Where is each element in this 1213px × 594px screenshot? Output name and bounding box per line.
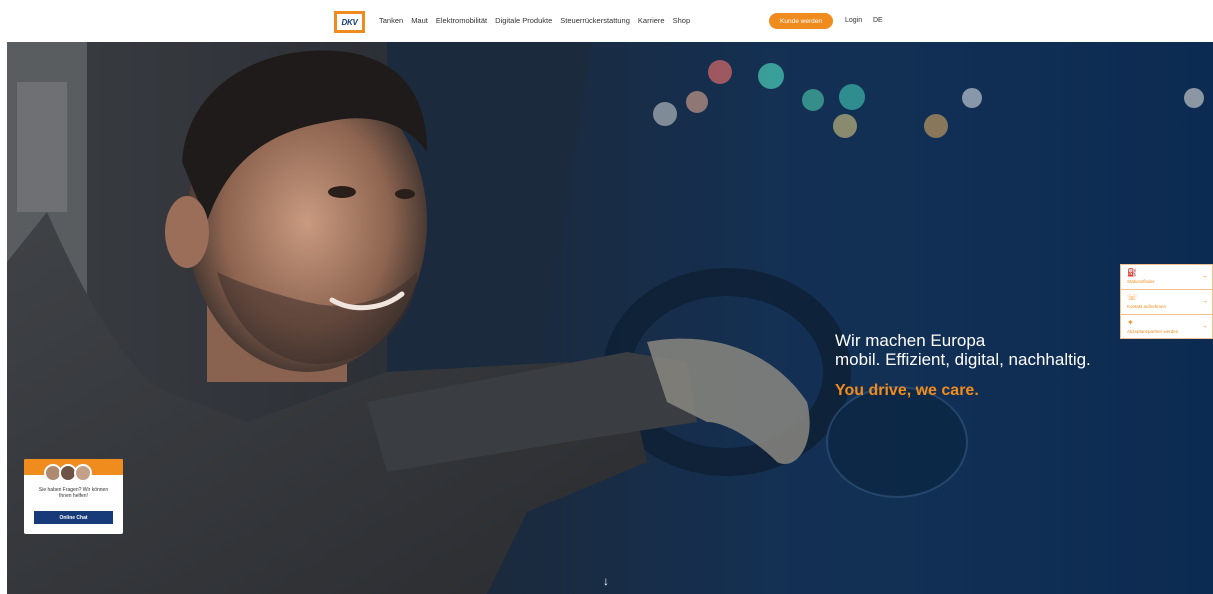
- chat-message: Sie haben Fragen? Wir können Ihnen helfe…: [38, 487, 109, 499]
- chat-header: [24, 459, 123, 482]
- nav-item-steuerrueckerstattung[interactable]: Steuerrückerstattung: [560, 16, 630, 25]
- hero-tagline: You drive, we care.: [835, 382, 979, 399]
- nav-item-maut[interactable]: Maut: [411, 16, 428, 25]
- contact-icon: ☏: [1127, 293, 1138, 302]
- nav-item-elektromobilitaet[interactable]: Elektromobilität: [436, 16, 487, 25]
- arrow-right-icon: →: [1201, 273, 1208, 280]
- side-item-akzeptanzpartner[interactable]: ✦ Akzeptanzpartner werden →: [1121, 315, 1212, 340]
- site-header: DKV Tanken Maut Elektromobilität Digital…: [0, 0, 1213, 42]
- hero-banner: Wir machen Europa mobil. Effizient, digi…: [7, 42, 1213, 594]
- online-chat-button[interactable]: Online Chat: [34, 511, 113, 524]
- hero-headline-line1: Wir machen Europa: [835, 331, 986, 350]
- side-item-label: Akzeptanzpartner werden: [1127, 329, 1179, 334]
- avatar: [74, 464, 92, 482]
- arrow-right-icon: →: [1201, 298, 1208, 305]
- kunde-werden-button[interactable]: Kunde werden: [769, 13, 833, 29]
- nav-item-tanken[interactable]: Tanken: [379, 16, 403, 25]
- arrow-down-icon[interactable]: ↓: [603, 574, 609, 588]
- dkv-logo[interactable]: DKV: [334, 11, 365, 33]
- main-nav: Tanken Maut Elektromobilität Digitale Pr…: [379, 16, 690, 25]
- nav-item-karriere[interactable]: Karriere: [638, 16, 665, 25]
- partner-icon: ✦: [1127, 318, 1134, 327]
- hero-headline: Wir machen Europa mobil. Effizient, digi…: [835, 331, 1091, 369]
- login-link[interactable]: Login: [845, 17, 862, 24]
- nav-item-shop[interactable]: Shop: [673, 16, 691, 25]
- nav-item-digitale-produkte[interactable]: Digitale Produkte: [495, 16, 552, 25]
- side-item-kontakt[interactable]: ☏ Kontakt aufnehmen →: [1121, 290, 1212, 315]
- station-icon: ⛽: [1127, 268, 1137, 277]
- side-item-label: Stationsfinder: [1127, 279, 1155, 284]
- hero-headline-line2: mobil. Effizient, digital, nachhaltig.: [835, 350, 1091, 369]
- arrow-right-icon: →: [1201, 323, 1208, 330]
- side-item-stationsfinder[interactable]: ⛽ Stationsfinder →: [1121, 265, 1212, 290]
- language-selector[interactable]: DE: [873, 17, 883, 24]
- quick-links-panel: ⛽ Stationsfinder → ☏ Kontakt aufnehmen →…: [1120, 264, 1213, 339]
- chat-avatars: [44, 464, 92, 482]
- logo-text: DKV: [341, 17, 358, 27]
- hero-image: [7, 42, 1213, 594]
- chat-widget: Sie haben Fragen? Wir können Ihnen helfe…: [24, 459, 123, 534]
- side-item-label: Kontakt aufnehmen: [1127, 304, 1167, 309]
